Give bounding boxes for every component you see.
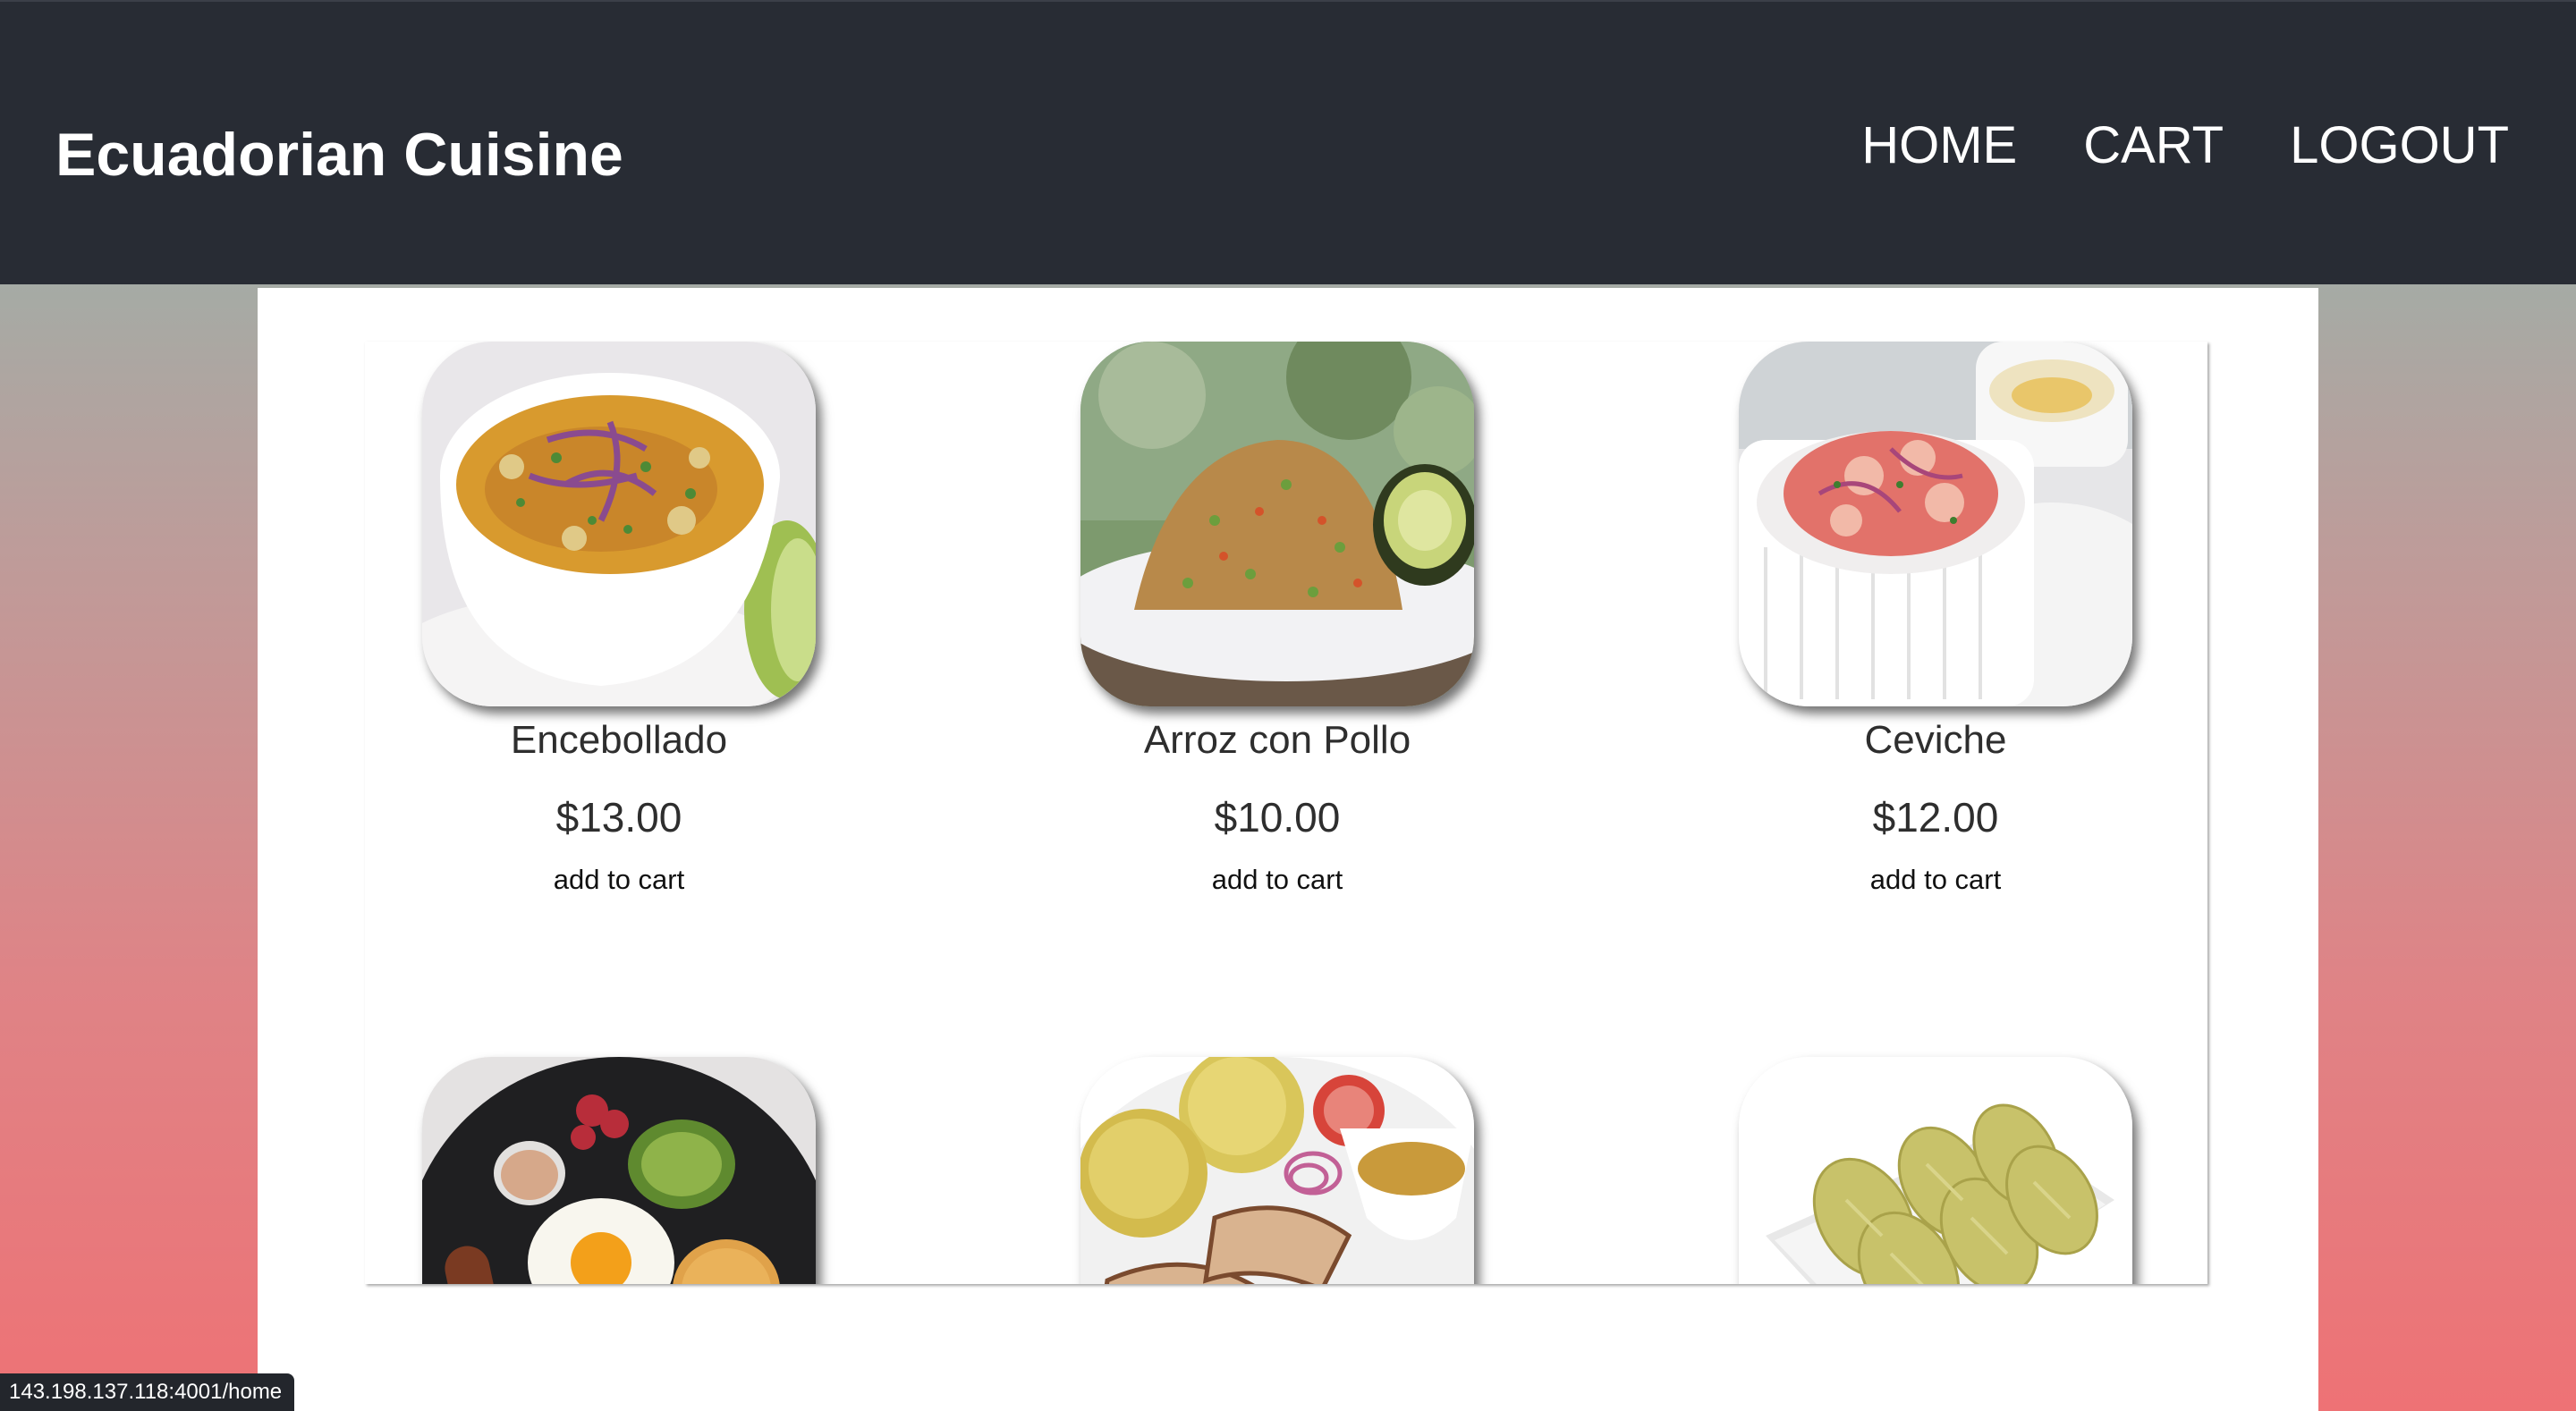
main-nav: HOME CART LOGOUT [1861, 107, 2509, 184]
product-price: $12.00 [1872, 794, 1999, 841]
breakfast-plate-photo[interactable] [422, 1057, 816, 1284]
product-price: $10.00 [1214, 794, 1341, 841]
product-card: Ceviche $12.00 add to cart [1703, 342, 2168, 898]
ceviche-photo[interactable] [1739, 342, 2132, 706]
product-name: Ceviche [1864, 718, 2007, 762]
product-card: Arroz con Pollo $10.00 add to cart [1045, 342, 1510, 898]
add-to-cart-button[interactable]: add to cart [1870, 862, 2001, 898]
product-card [1703, 1057, 2168, 1284]
product-name: Encebollado [510, 718, 728, 762]
nav-cart-link[interactable]: CART [2083, 107, 2224, 184]
link-status-bar: 143.198.137.118:4001/home [0, 1373, 295, 1411]
product-price: $13.00 [555, 794, 682, 841]
humitas-photo[interactable] [1739, 1057, 2132, 1284]
product-panel: Encebollado $13.00 add to cart Arroz con… [258, 288, 2318, 1411]
add-to-cart-button[interactable]: add to cart [554, 862, 684, 898]
roast-chicken-plate-photo[interactable] [1080, 1057, 1474, 1284]
product-card: Encebollado $13.00 add to cart [386, 342, 852, 898]
product-card [386, 1057, 852, 1284]
add-to-cart-button[interactable]: add to cart [1212, 862, 1343, 898]
nav-logout-link[interactable]: LOGOUT [2290, 107, 2509, 184]
arroz-con-pollo-photo[interactable] [1080, 342, 1474, 706]
product-name: Arroz con Pollo [1143, 718, 1411, 762]
brand-title[interactable]: Ecuadorian Cuisine [55, 114, 623, 195]
encebollado-soup-photo[interactable] [422, 342, 816, 706]
product-card [1045, 1057, 1510, 1284]
top-navbar: Ecuadorian Cuisine HOME CART LOGOUT [0, 0, 2576, 284]
product-grid[interactable]: Encebollado $13.00 add to cart Arroz con… [365, 342, 2207, 1284]
nav-home-link[interactable]: HOME [1861, 107, 2017, 184]
